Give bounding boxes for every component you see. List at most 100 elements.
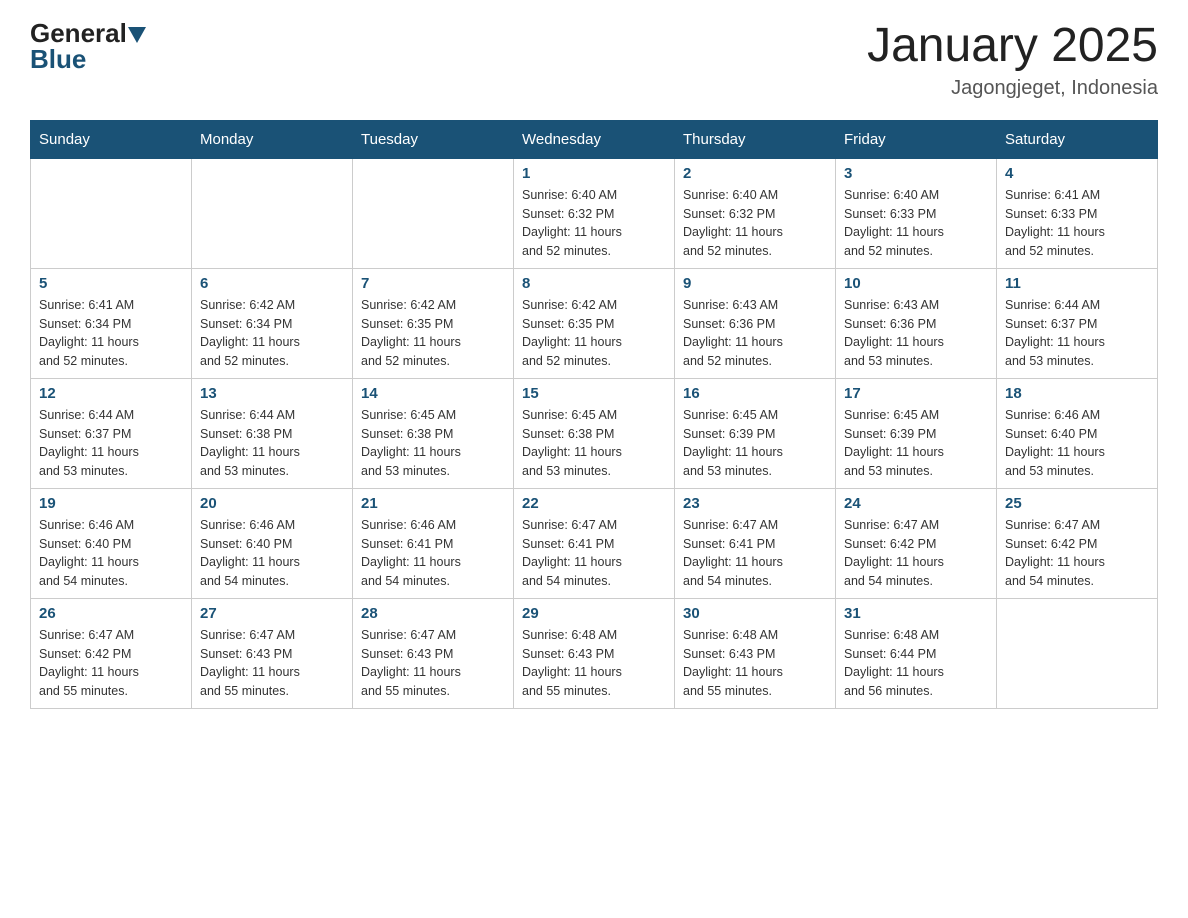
day-info: Sunrise: 6:41 AM Sunset: 6:33 PM Dayligh… [1005,186,1149,261]
calendar-cell: 2 Sunrise: 6:40 AM Sunset: 6:32 PM Daylig… [675,158,836,268]
day-number: 8 [522,275,666,292]
day-info: Sunrise: 6:45 AM Sunset: 6:38 PM Dayligh… [361,406,505,481]
title-block: January 2025 Jagongjeget, Indonesia [867,20,1158,100]
day-number: 26 [39,605,183,622]
day-info: Sunrise: 6:42 AM Sunset: 6:35 PM Dayligh… [522,296,666,371]
month-title: January 2025 [867,20,1158,73]
header-friday: Friday [836,120,997,158]
header-monday: Monday [192,120,353,158]
day-number: 13 [200,385,344,402]
calendar-header-row: SundayMondayTuesdayWednesdayThursdayFrid… [31,120,1158,158]
header-saturday: Saturday [997,120,1158,158]
calendar-week-row: 12Sunrise: 6:44 AM Sunset: 6:37 PM Dayli… [31,378,1158,488]
day-info: Sunrise: 6:42 AM Sunset: 6:34 PM Dayligh… [200,296,344,371]
location: Jagongjeget, Indonesia [867,77,1158,100]
calendar-week-row: 19 Sunrise: 6:46 AM Sunset: 6:40 PM Dayli… [31,488,1158,598]
header-tuesday: Tuesday [353,120,514,158]
calendar-cell: 4Sunrise: 6:41 AM Sunset: 6:33 PM Daylig… [997,158,1158,268]
calendar-cell: 26Sunrise: 6:47 AM Sunset: 6:42 PM Dayli… [31,598,192,708]
day-info: Sunrise: 6:44 AM Sunset: 6:38 PM Dayligh… [200,406,344,481]
calendar-cell: 9 Sunrise: 6:43 AM Sunset: 6:36 PM Daylig… [675,268,836,378]
day-info: Sunrise: 6:40 AM Sunset: 6:32 PM Dayligh… [522,186,666,261]
day-number: 30 [683,605,827,622]
day-number: 5 [39,275,183,292]
calendar-table: SundayMondayTuesdayWednesdayThursdayFrid… [30,120,1158,709]
calendar-cell: 11 Sunrise: 6:44 AM Sunset: 6:37 PM Dayli… [997,268,1158,378]
day-number: 12 [39,385,183,402]
logo-triangle-icon [128,27,146,43]
day-info: Sunrise: 6:47 AM Sunset: 6:41 PM Dayligh… [683,516,827,591]
logo-blue: Blue [30,44,86,74]
calendar-cell: 17 Sunrise: 6:45 AM Sunset: 6:39 PM Dayli… [836,378,997,488]
day-info: Sunrise: 6:48 AM Sunset: 6:43 PM Dayligh… [522,626,666,701]
day-number: 24 [844,495,988,512]
day-number: 15 [522,385,666,402]
page-header: General Blue January 2025 Jagongjeget, I… [30,20,1158,100]
calendar-cell: 20 Sunrise: 6:46 AM Sunset: 6:40 PM Dayli… [192,488,353,598]
day-number: 28 [361,605,505,622]
day-number: 23 [683,495,827,512]
calendar-cell: 18 Sunrise: 6:46 AM Sunset: 6:40 PM Dayli… [997,378,1158,488]
day-info: Sunrise: 6:43 AM Sunset: 6:36 PM Dayligh… [844,296,988,371]
day-number: 18 [1005,385,1149,402]
day-info: Sunrise: 6:48 AM Sunset: 6:44 PM Dayligh… [844,626,988,701]
day-info: Sunrise: 6:46 AM Sunset: 6:40 PM Dayligh… [39,516,183,591]
day-info: Sunrise: 6:43 AM Sunset: 6:36 PM Dayligh… [683,296,827,371]
calendar-cell: 12Sunrise: 6:44 AM Sunset: 6:37 PM Dayli… [31,378,192,488]
day-number: 11 [1005,275,1149,292]
calendar-cell [31,158,192,268]
day-info: Sunrise: 6:46 AM Sunset: 6:40 PM Dayligh… [1005,406,1149,481]
day-number: 9 [683,275,827,292]
calendar-week-row: 1 Sunrise: 6:40 AM Sunset: 6:32 PM Daylig… [31,158,1158,268]
day-info: Sunrise: 6:45 AM Sunset: 6:38 PM Dayligh… [522,406,666,481]
calendar-cell [997,598,1158,708]
header-thursday: Thursday [675,120,836,158]
day-number: 21 [361,495,505,512]
day-number: 17 [844,385,988,402]
calendar-cell: 21 Sunrise: 6:46 AM Sunset: 6:41 PM Dayli… [353,488,514,598]
calendar-cell [192,158,353,268]
calendar-cell [353,158,514,268]
calendar-cell: 10 Sunrise: 6:43 AM Sunset: 6:36 PM Dayli… [836,268,997,378]
calendar-cell: 5 Sunrise: 6:41 AM Sunset: 6:34 PM Daylig… [31,268,192,378]
day-info: Sunrise: 6:42 AM Sunset: 6:35 PM Dayligh… [361,296,505,371]
day-number: 2 [683,165,827,182]
logo-general: General [30,20,127,46]
calendar-cell: 13 Sunrise: 6:44 AM Sunset: 6:38 PM Dayli… [192,378,353,488]
day-number: 6 [200,275,344,292]
day-number: 10 [844,275,988,292]
calendar-cell: 31 Sunrise: 6:48 AM Sunset: 6:44 PM Dayli… [836,598,997,708]
calendar-week-row: 5 Sunrise: 6:41 AM Sunset: 6:34 PM Daylig… [31,268,1158,378]
calendar-cell: 19 Sunrise: 6:46 AM Sunset: 6:40 PM Dayli… [31,488,192,598]
calendar-cell: 14Sunrise: 6:45 AM Sunset: 6:38 PM Dayli… [353,378,514,488]
calendar-cell: 29 Sunrise: 6:48 AM Sunset: 6:43 PM Dayli… [514,598,675,708]
calendar-cell: 16Sunrise: 6:45 AM Sunset: 6:39 PM Dayli… [675,378,836,488]
calendar-cell: 3Sunrise: 6:40 AM Sunset: 6:33 PM Daylig… [836,158,997,268]
day-info: Sunrise: 6:45 AM Sunset: 6:39 PM Dayligh… [844,406,988,481]
calendar-cell: 1 Sunrise: 6:40 AM Sunset: 6:32 PM Daylig… [514,158,675,268]
day-info: Sunrise: 6:46 AM Sunset: 6:40 PM Dayligh… [200,516,344,591]
day-info: Sunrise: 6:41 AM Sunset: 6:34 PM Dayligh… [39,296,183,371]
day-number: 16 [683,385,827,402]
day-number: 19 [39,495,183,512]
calendar-cell: 7Sunrise: 6:42 AM Sunset: 6:35 PM Daylig… [353,268,514,378]
day-number: 20 [200,495,344,512]
day-number: 31 [844,605,988,622]
day-info: Sunrise: 6:47 AM Sunset: 6:42 PM Dayligh… [844,516,988,591]
calendar-cell: 23 Sunrise: 6:47 AM Sunset: 6:41 PM Dayli… [675,488,836,598]
calendar-cell: 22Sunrise: 6:47 AM Sunset: 6:41 PM Dayli… [514,488,675,598]
day-info: Sunrise: 6:44 AM Sunset: 6:37 PM Dayligh… [1005,296,1149,371]
calendar-cell: 6 Sunrise: 6:42 AM Sunset: 6:34 PM Daylig… [192,268,353,378]
header-sunday: Sunday [31,120,192,158]
calendar-cell: 27Sunrise: 6:47 AM Sunset: 6:43 PM Dayli… [192,598,353,708]
header-wednesday: Wednesday [514,120,675,158]
day-number: 1 [522,165,666,182]
day-info: Sunrise: 6:40 AM Sunset: 6:33 PM Dayligh… [844,186,988,261]
day-info: Sunrise: 6:40 AM Sunset: 6:32 PM Dayligh… [683,186,827,261]
calendar-cell: 15 Sunrise: 6:45 AM Sunset: 6:38 PM Dayli… [514,378,675,488]
day-info: Sunrise: 6:46 AM Sunset: 6:41 PM Dayligh… [361,516,505,591]
day-number: 29 [522,605,666,622]
calendar-cell: 28Sunrise: 6:47 AM Sunset: 6:43 PM Dayli… [353,598,514,708]
day-info: Sunrise: 6:47 AM Sunset: 6:41 PM Dayligh… [522,516,666,591]
day-info: Sunrise: 6:47 AM Sunset: 6:43 PM Dayligh… [200,626,344,701]
